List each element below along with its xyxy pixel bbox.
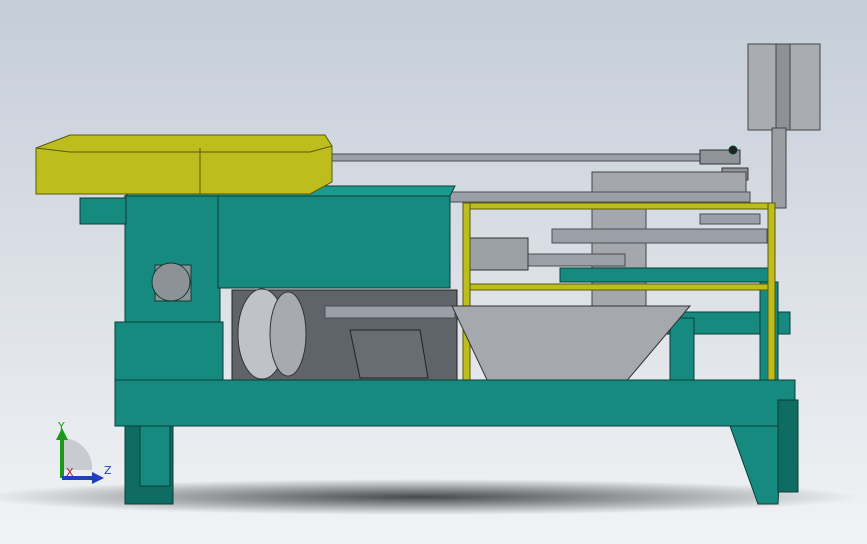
rail-left-post [462,202,471,402]
z-axis-label: Z [104,464,112,477]
shaft-knob [728,145,738,155]
feed-hopper[interactable] [35,134,333,195]
center-cabinet[interactable] [217,195,451,289]
discharge-chute [79,197,127,225]
base-frame [114,379,796,427]
upright-post [771,127,787,209]
port-ring [151,262,191,302]
mid-shaft-upper[interactable] [449,191,751,203]
rail-top [462,202,776,210]
cad-viewport[interactable]: Y Z X [0,0,867,544]
top-shaft[interactable] [329,153,731,162]
leg-brace [139,425,171,487]
lower-left-block [114,321,224,385]
machine-model-view[interactable]: Y Z X [0,0,867,544]
y-axis-label: Y [57,420,65,433]
drive-shaft[interactable] [324,305,456,319]
upright-panel-fold [775,43,791,131]
rail-mid [462,283,776,291]
right-upper-beam [559,267,776,283]
x-axis-label: X [66,466,74,479]
belt-guard [349,329,429,379]
mid-shaft-lower[interactable] [551,228,768,244]
pulley-rim [269,291,307,377]
short-shaft [699,213,761,225]
rear-right-leg [777,399,799,493]
rail-right-post [767,202,776,402]
right-support-post [669,317,695,383]
motor-bracket [469,237,529,271]
